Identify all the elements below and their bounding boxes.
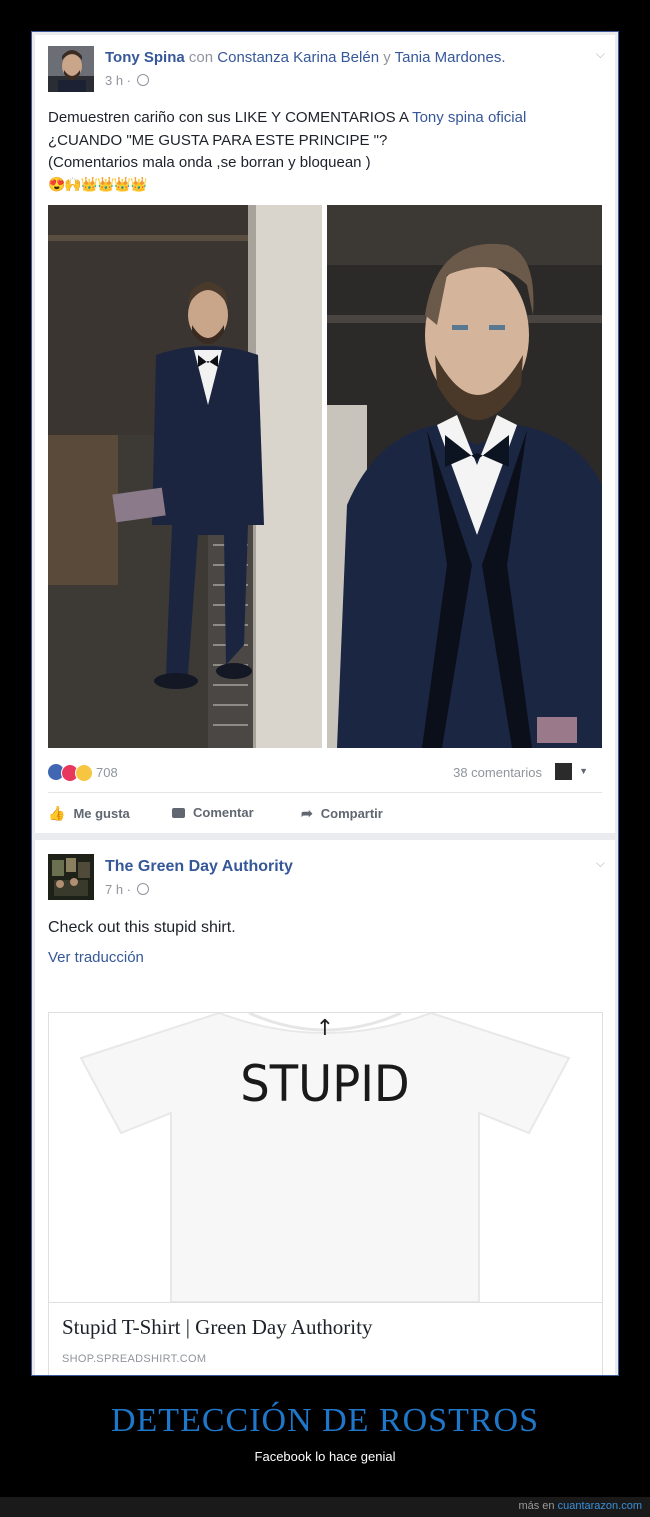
post-text-line-3: (Comentarios mala onda ,se borran y bloq… [48, 154, 371, 171]
credit-site-link[interactable]: cuantarazon.com [558, 1500, 642, 1512]
avatar[interactable] [48, 854, 94, 900]
and-text: y [383, 49, 391, 66]
post-header: Tony Spina con Constanza Karina Belén y … [105, 49, 506, 66]
shirt-arrow: ↑ [316, 1016, 334, 1041]
share-icon: ➦ [301, 805, 313, 821]
link-preview-card[interactable]: ↑ STUPID Stupid T-Shirt | Green Day Auth… [48, 1012, 603, 1375]
screenshot-frame: Tony Spina con Constanza Karina Belén y … [31, 31, 619, 1376]
like-button[interactable]: 👍 Me gusta [48, 805, 130, 822]
comment-icon [172, 807, 185, 818]
share-button[interactable]: ➦ Compartir [301, 805, 383, 822]
post-text: Demuestren cariño con sus LIKE Y COMENTA… [48, 109, 409, 126]
credit-bar: más en cuantarazon.com [0, 1497, 650, 1517]
photo-full-body[interactable] [48, 205, 322, 748]
author-name[interactable]: Tony Spina [105, 49, 185, 66]
timestamp-text: 3 h · [105, 73, 132, 88]
credit-prefix: más en [518, 1500, 555, 1512]
card-title[interactable]: Stupid T-Shirt | Green Day Authority [62, 1315, 372, 1340]
post-green-day-authority: The Green Day Authority 7 h · ⌵ Check ou… [35, 840, 615, 1375]
author-name[interactable]: The Green Day Authority [105, 858, 293, 875]
emoji-line: 😍🙌👑👑👑👑 [48, 176, 148, 192]
post-text-line-1: Demuestren cariño con sus LIKE Y COMENTA… [48, 107, 526, 128]
tagged-user-1[interactable]: Constanza Karina Belén [217, 49, 379, 66]
like-label: Me gusta [73, 806, 130, 821]
shirt-word: STUPID [240, 1055, 409, 1113]
divider [48, 792, 602, 793]
post-text-line-2: ¿CUANDO "ME GUSTA PARA ESTE PRINCIPE "? [48, 132, 388, 149]
comments-count[interactable]: 38 comentarios [453, 765, 542, 780]
page-link[interactable]: Tony spina oficial [412, 109, 526, 126]
card-divider [49, 1302, 602, 1303]
credit-text: más en cuantarazon.com [518, 1500, 642, 1512]
globe-icon [136, 74, 149, 86]
share-label: Compartir [320, 806, 383, 821]
comment-button[interactable]: Comentar [172, 805, 254, 820]
action-bar: 👍 Me gusta Comentar ➦ Compartir [48, 805, 602, 825]
timestamp-text: 7 h · [105, 882, 132, 897]
post-tony-spina: Tony Spina con Constanza Karina Belén y … [35, 35, 615, 833]
with-text: con [188, 49, 214, 66]
tagged-user-2[interactable]: Tania Mardones. [395, 49, 506, 66]
reaction-count[interactable]: 708 [96, 765, 118, 780]
avatar[interactable] [48, 46, 94, 92]
reactions-bar: 708 38 comentarios ▼ [48, 762, 602, 782]
comment-label: Comentar [193, 805, 254, 820]
meme-subtitle: Facebook lo hace genial [254, 1449, 396, 1464]
thumbs-up-icon: 👍 [48, 805, 66, 821]
post-header: The Green Day Authority [105, 858, 293, 876]
commenter-avatar[interactable] [555, 763, 572, 780]
tshirt-image: ↑ STUPID [49, 1013, 602, 1303]
chevron-down-icon[interactable]: ▼ [579, 766, 588, 776]
post-text: Check out this stupid shirt. [48, 919, 236, 936]
meme-title: DETECCIÓN DE ROSTROS [110, 1402, 540, 1439]
chevron-down-icon[interactable]: ⌵ [596, 47, 605, 62]
photo-close-up[interactable] [327, 205, 602, 748]
translate-link[interactable]: Ver traducción [48, 947, 144, 968]
chevron-down-icon[interactable]: ⌵ [596, 856, 605, 871]
haha-reaction-icon[interactable] [75, 764, 93, 782]
card-domain: SHOP.SPREADSHIRT.COM [62, 1353, 207, 1365]
globe-icon [136, 883, 149, 895]
timestamp[interactable]: 7 h · [105, 882, 149, 897]
timestamp[interactable]: 3 h · [105, 73, 149, 88]
